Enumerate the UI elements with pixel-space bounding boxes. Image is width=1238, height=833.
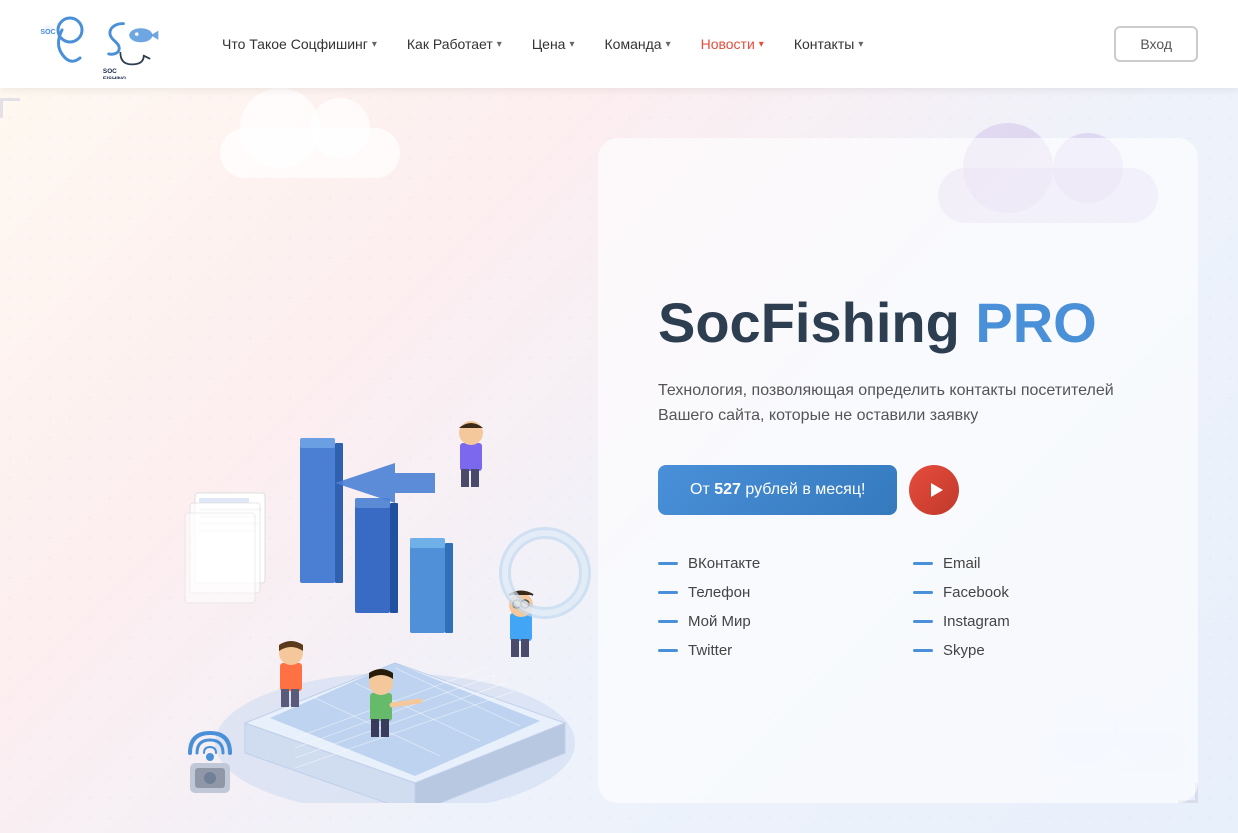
nav-links: Что Такое Соцфишинг ▾ Как Работает ▾ Цен… [210, 28, 1114, 60]
feature-dash-icon [658, 562, 678, 565]
nav-item-news[interactable]: Новости ▾ [689, 28, 776, 60]
chevron-down-icon: ▾ [569, 39, 574, 50]
feature-mymir: Мой Мир [658, 613, 893, 630]
chevron-down-icon: ▾ [759, 39, 764, 50]
feature-dash-icon [913, 649, 933, 652]
feature-facebook: Facebook [913, 584, 1148, 601]
hero-section: SocFishing PRO Технология, позволяющая о… [0, 88, 1238, 833]
navbar: SOC FISHING SOC FISHING Что Т [0, 0, 1238, 88]
svg-text:SOC: SOC [103, 68, 117, 75]
cta-button[interactable]: От 527 рублей в месяц! [658, 465, 897, 515]
chevron-down-icon: ▾ [497, 39, 502, 50]
feature-instagram: Instagram [913, 613, 1148, 630]
nav-item-team[interactable]: Команда ▾ [593, 28, 683, 60]
features-grid: ВКонтакте Email Телефон Facebook Мой Мир… [658, 555, 1148, 659]
hero-illustration [40, 273, 650, 803]
nav-item-what[interactable]: Что Такое Соцфишинг ▾ [210, 28, 389, 60]
nav-item-price[interactable]: Цена ▾ [520, 28, 587, 60]
corner-bracket-tl [0, 98, 20, 118]
chevron-down-icon: ▾ [858, 39, 863, 50]
feature-phone: Телефон [658, 584, 893, 601]
feature-vkontakte: ВКонтакте [658, 555, 893, 572]
chevron-down-icon: ▾ [666, 39, 671, 50]
hero-cta: От 527 рублей в месяц! [658, 465, 1148, 515]
feature-dash-icon [658, 620, 678, 623]
logo[interactable]: SOC FISHING SOC FISHING [40, 9, 170, 79]
isometric-scene [55, 303, 635, 803]
svg-text:FISHING: FISHING [103, 77, 127, 79]
feature-dash-icon [658, 591, 678, 594]
logo-icon: SOC FISHING [40, 14, 100, 74]
hero-content: SocFishing PRO Технология, позволяющая о… [598, 138, 1198, 803]
chevron-down-icon: ▾ [372, 39, 377, 50]
hero-title: SocFishing PRO [658, 292, 1148, 354]
feature-dash-icon [658, 649, 678, 652]
nav-item-how[interactable]: Как Работает ▾ [395, 28, 514, 60]
login-button[interactable]: Вход [1114, 26, 1198, 62]
nav-item-contacts[interactable]: Контакты ▾ [782, 28, 876, 60]
logo-svg: SOC FISHING [100, 9, 170, 79]
play-icon [927, 481, 945, 499]
feature-twitter: Twitter [658, 642, 893, 659]
feature-email: Email [913, 555, 1148, 572]
hero-subtitle: Технология, позволяющая определить конта… [658, 378, 1138, 429]
feature-skype: Skype [913, 642, 1148, 659]
cloud-decoration-1 [220, 128, 400, 178]
feature-dash-icon [913, 562, 933, 565]
feature-dash-icon [913, 591, 933, 594]
svg-text:SOC: SOC [40, 29, 55, 36]
play-button[interactable] [909, 465, 959, 515]
feature-dash-icon [913, 620, 933, 623]
